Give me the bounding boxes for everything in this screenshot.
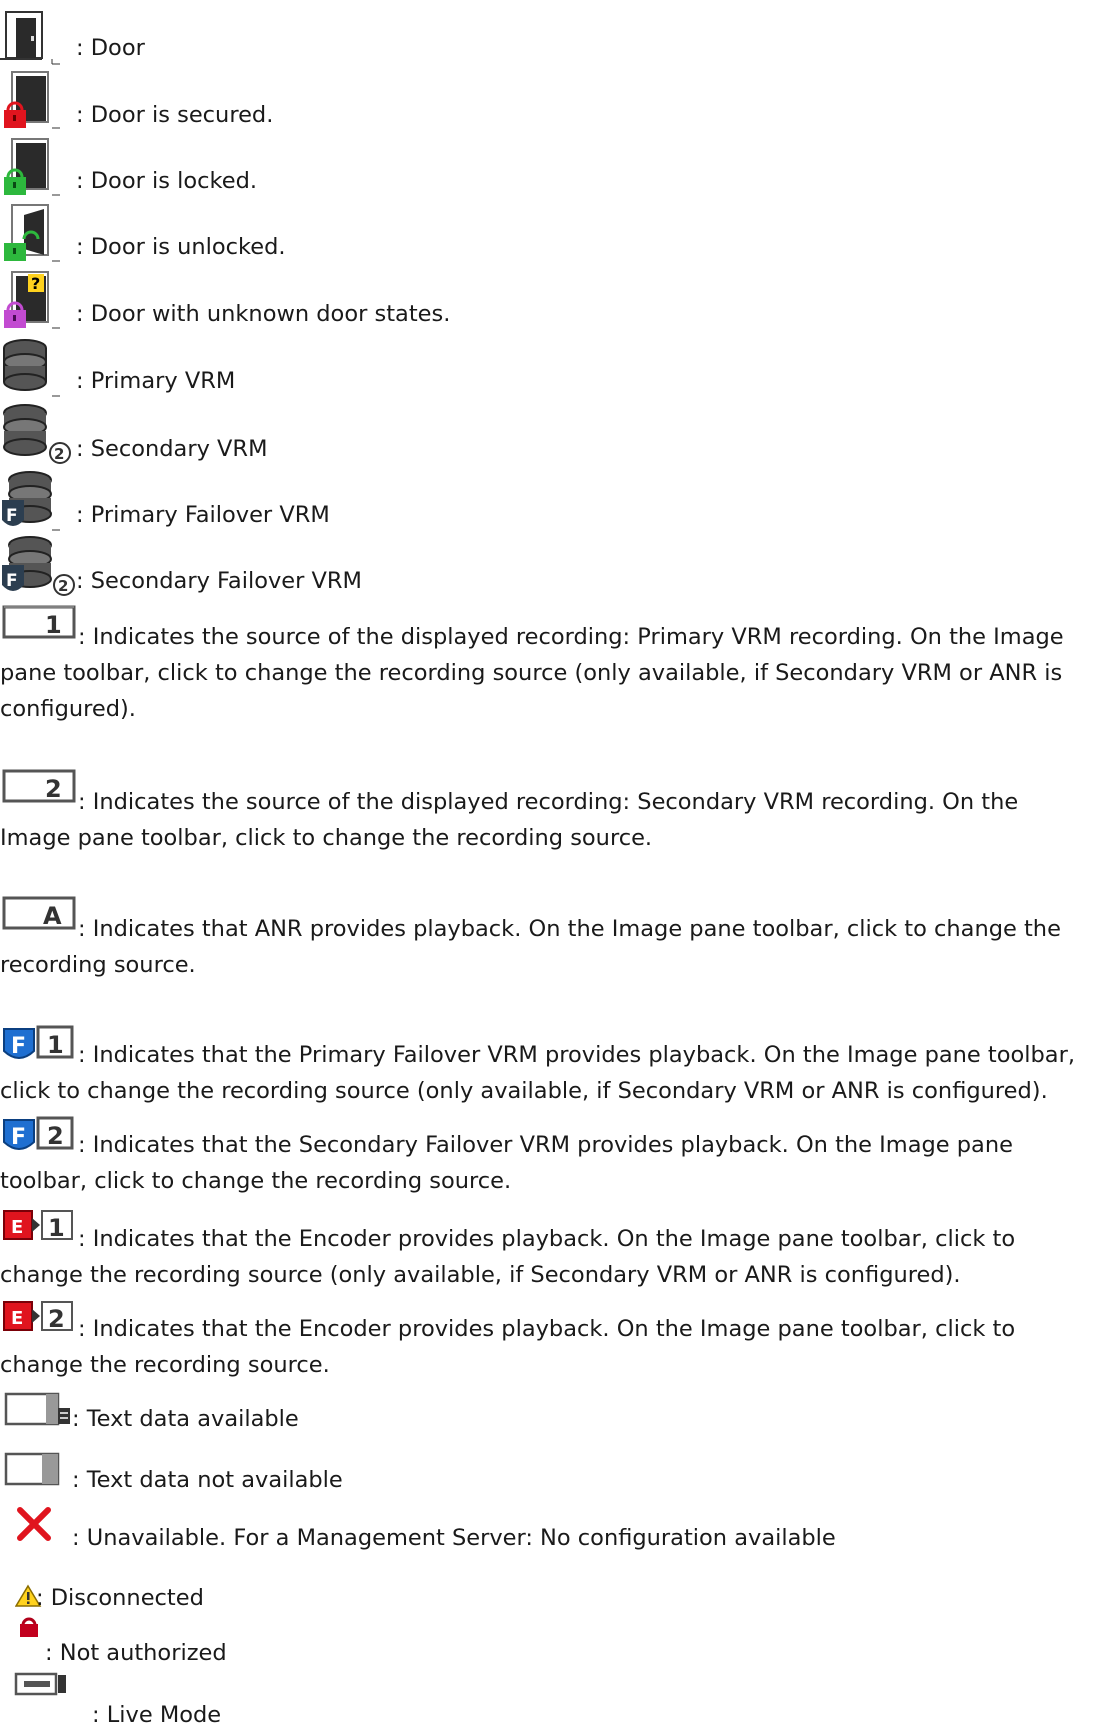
- legend-text-disconnected: : Disconnected: [36, 1585, 204, 1611]
- legend-text-primary-failover-vrm: : Primary Failover VRM: [76, 502, 330, 528]
- legend-text-anr: : Indicates that ANR provides playback. …: [0, 916, 1061, 978]
- legend-text-not-authorized: : Not authorized: [45, 1640, 227, 1666]
- legend-text-encoder-1: : Indicates that the Encoder provides pl…: [0, 1226, 1016, 1288]
- svg-text:F: F: [6, 506, 18, 526]
- svg-text:F: F: [6, 571, 18, 591]
- legend-text-failover-1: : Indicates that the Primary Failover VR…: [0, 1042, 1075, 1104]
- legend-text-text-data-not-available: : Text data not available: [72, 1467, 343, 1493]
- legend-text-failover-2: : Indicates that the Secondary Failover …: [0, 1132, 1013, 1194]
- svg-text:2: 2: [54, 445, 64, 463]
- door-icon: [0, 8, 64, 66]
- door-unknown-state-icon: ?: [0, 270, 64, 330]
- legend-text-door: : Door: [76, 35, 145, 61]
- svg-text:?: ?: [31, 274, 40, 293]
- secondary-failover-vrm-icon: F2: [0, 535, 80, 599]
- legend-text-door-unknown: : Door with unknown door states.: [76, 301, 451, 327]
- legend-text-door-unlocked: : Door is unlocked.: [76, 234, 286, 260]
- legend-text-encoder-2: : Indicates that the Encoder provides pl…: [0, 1316, 1016, 1378]
- legend-text-door-locked: : Door is locked.: [76, 168, 258, 194]
- door-unlocked-icon: [0, 203, 64, 263]
- primary-failover-vrm-icon: F: [0, 470, 64, 532]
- door-locked-icon: [0, 137, 64, 197]
- legend-text-unavailable: : Unavailable. For a Management Server: …: [72, 1525, 836, 1551]
- door-secured-icon: [0, 70, 64, 130]
- legend-text-door-secured: : Door is secured.: [76, 102, 274, 128]
- not-authorized-lock-icon: [15, 1612, 45, 1638]
- legend-text-live-mode: : Live Mode: [92, 1702, 222, 1728]
- secondary-vrm-icon: 2: [0, 403, 80, 465]
- legend-text-primary-vrm: : Primary VRM: [76, 368, 236, 394]
- legend-text-text-data-available: : Text data available: [72, 1406, 299, 1432]
- svg-text:2: 2: [58, 577, 68, 595]
- primary-vrm-icon: [0, 338, 64, 398]
- legend-text-recording-source-2: : Indicates the source of the displayed …: [0, 789, 1019, 851]
- legend-text-secondary-vrm: : Secondary VRM: [76, 436, 268, 462]
- legend-text-secondary-failover-vrm: : Secondary Failover VRM: [76, 568, 362, 594]
- live-mode-icon: [12, 1668, 92, 1698]
- legend-text-recording-source-1: : Indicates the source of the displayed …: [0, 624, 1064, 722]
